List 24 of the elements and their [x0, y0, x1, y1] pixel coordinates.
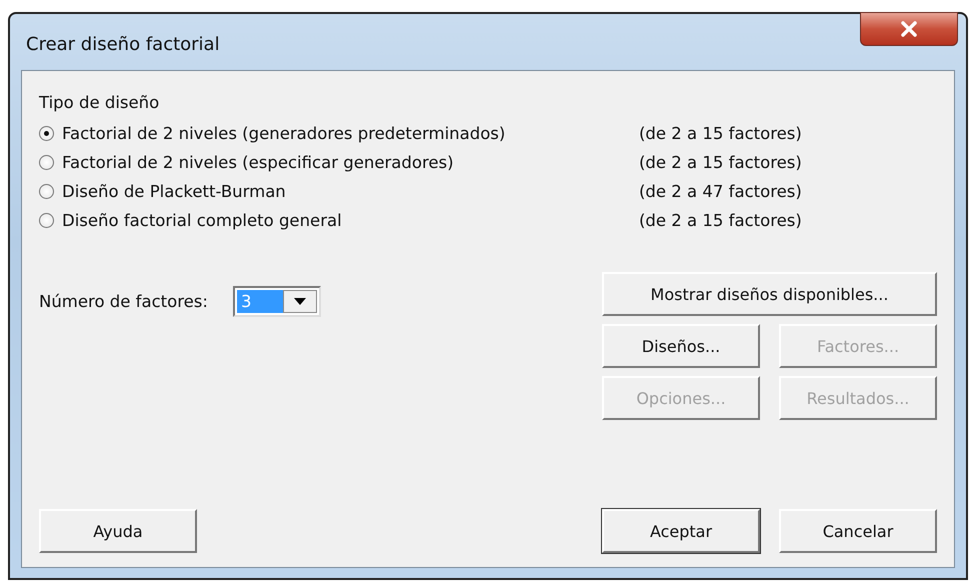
window-title: Crear diseño factorial	[26, 34, 220, 55]
dialog-button[interactable]: Diseños...	[602, 324, 760, 368]
option-label: Factorial de 2 niveles (especificar generadores)	[62, 153, 454, 172]
section-label: Tipo de diseño	[39, 93, 160, 112]
factor-range: (de 2 a 15 factores)	[639, 211, 803, 230]
factor-range: (de 2 a 47 factores)	[639, 182, 803, 201]
radio-button[interactable]	[39, 213, 54, 228]
help-button[interactable]: Ayuda	[39, 509, 197, 553]
radio-button[interactable]	[39, 184, 54, 199]
dropdown-button[interactable]	[282, 290, 317, 313]
factor-range: (de 2 a 15 factores)	[639, 124, 803, 143]
radio-button[interactable]	[39, 126, 54, 141]
caret-icon	[294, 298, 306, 305]
close-icon	[900, 21, 918, 37]
option-label: Factorial de 2 niveles (generadores predeterminados)	[62, 124, 506, 143]
option-label: Diseño de Plackett-Burman	[62, 182, 286, 201]
close-button[interactable]	[860, 12, 958, 46]
factor-range: (de 2 a 15 factores)	[639, 153, 803, 172]
dialog-button[interactable]: Mostrar diseños disponibles...	[602, 272, 937, 316]
dialog-button[interactable]: Aceptar	[602, 509, 760, 553]
radio-button[interactable]	[39, 155, 54, 170]
option-label: Diseño factorial completo general	[62, 211, 342, 230]
factor-count-label: Número de factores:	[39, 292, 208, 311]
dialog-button[interactable]: Cancelar	[779, 509, 937, 553]
